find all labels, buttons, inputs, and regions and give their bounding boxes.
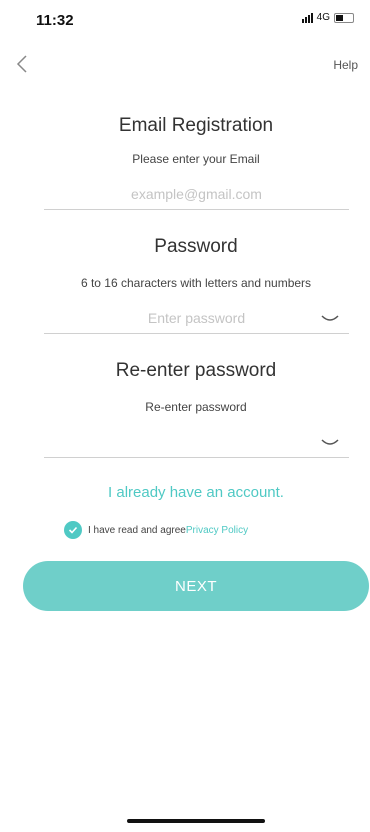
confirm-field-container bbox=[44, 429, 349, 458]
status-time: 11:32 bbox=[36, 12, 74, 29]
network-type: 4G bbox=[316, 12, 330, 23]
home-indicator bbox=[127, 819, 265, 823]
eye-closed-icon[interactable] bbox=[321, 315, 339, 323]
help-link[interactable]: Help bbox=[333, 58, 358, 72]
eye-closed-icon[interactable] bbox=[321, 439, 339, 447]
battery-icon bbox=[334, 12, 354, 23]
privacy-policy-link[interactable]: Privacy Policy bbox=[186, 525, 248, 536]
password-hint: 6 to 16 characters with letters and numb… bbox=[80, 276, 312, 290]
back-chevron-icon[interactable] bbox=[12, 52, 36, 76]
existing-account-link[interactable]: I already have an account. bbox=[0, 484, 370, 501]
email-hint: Please enter your Email bbox=[132, 152, 260, 166]
confirm-hint: Re-enter password bbox=[145, 400, 247, 414]
email-input[interactable] bbox=[44, 181, 349, 207]
confirm-section-title: Re-enter password bbox=[115, 360, 277, 381]
password-field-container bbox=[44, 305, 349, 334]
next-button[interactable]: NEXT bbox=[23, 561, 369, 611]
email-section-title: Email Registration bbox=[118, 115, 274, 136]
status-bar: 11:32 4G bbox=[0, 0, 370, 46]
agreement-checkbox[interactable] bbox=[64, 521, 82, 539]
status-indicators: 4G bbox=[301, 12, 354, 23]
password-section-title: Password bbox=[154, 236, 238, 257]
signal-icon bbox=[301, 12, 313, 23]
agreement-text: I have read and agree bbox=[88, 524, 186, 536]
top-nav: Help bbox=[0, 50, 370, 80]
confirm-password-input[interactable] bbox=[44, 429, 349, 455]
checkmark-icon bbox=[68, 526, 78, 534]
agreement-row: I have read and agreePrivacy Policy bbox=[64, 521, 248, 539]
password-input[interactable] bbox=[44, 305, 349, 331]
email-field-container bbox=[44, 181, 349, 210]
